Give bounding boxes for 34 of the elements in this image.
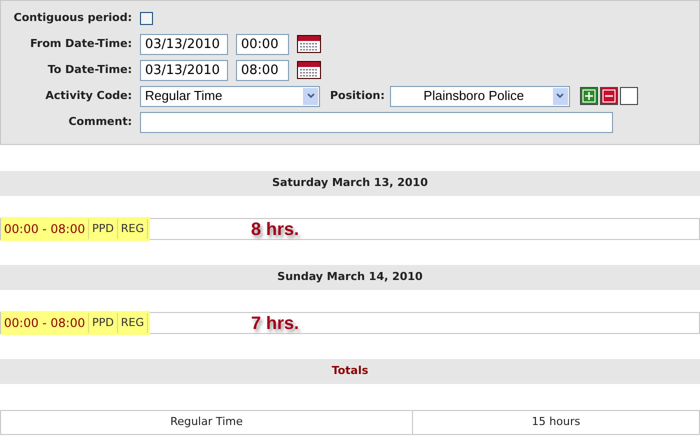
day-heading: Saturday March 13, 2010 [272,175,428,192]
time-field[interactable]: 08:00 [236,60,289,80]
calendar-icon[interactable] [297,61,321,79]
comment-field[interactable] [140,112,613,132]
caret-icon[interactable] [552,88,568,104]
day-heading: Sunday March 14, 2010 [277,269,423,286]
totals-heading: Totals [332,363,368,380]
date-field[interactable]: 03/13/2010 [140,60,228,80]
code-label: REG [118,219,148,239]
table-cell-text: 15 hours [530,414,582,430]
time-range[interactable]: 00:00 - 08:00 [1,313,90,333]
code-label: REG [118,313,148,333]
checkbox[interactable] [140,12,153,24]
field-label: Comment: [68,114,132,130]
remove-button[interactable] [600,87,618,105]
calendar-icon[interactable] [297,35,321,53]
field-label: From Date-Time: [30,36,132,52]
hours-total: 7 hrs. [251,312,300,335]
field-label: To Date-Time: [48,62,132,78]
caret-icon[interactable] [303,88,318,104]
field-label: Contiguous period: [14,10,132,26]
field-label: Position: [330,88,385,104]
dropdown[interactable]: Regular Time [140,86,320,106]
code-label: PPD [89,219,118,239]
time-range[interactable]: 00:00 - 08:00 [1,219,90,239]
hours-total: 8 hrs. [251,218,300,241]
blank-button[interactable] [620,87,638,105]
field-label: Activity Code: [45,88,132,104]
code-label: PPD [89,313,118,333]
table-cell: Regular Time [1,411,413,434]
time-field[interactable]: 00:00 [236,34,289,54]
dropdown[interactable]: Plainsboro Police [390,86,570,106]
date-field[interactable]: 03/13/2010 [140,34,228,54]
add-button[interactable] [580,87,598,105]
